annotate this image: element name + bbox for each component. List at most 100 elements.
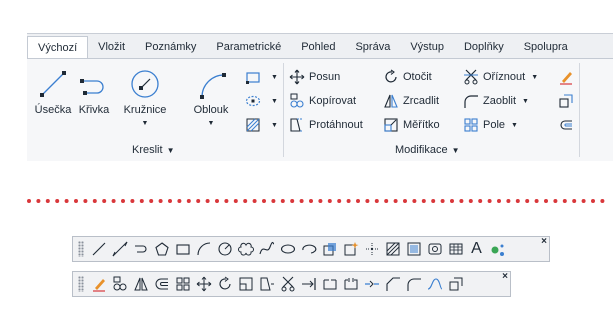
copy-icon [290,93,304,108]
mirror-icon[interactable] [130,274,151,295]
polyline-icon[interactable] [130,239,151,260]
offset-icon [560,120,572,130]
circle-icon[interactable] [214,239,235,260]
ellipse-tool[interactable]: ▼ [245,91,278,111]
chevron-down-icon[interactable]: ▼ [522,98,529,105]
ellipse-arc-icon[interactable] [298,239,319,260]
copy-icon[interactable] [109,274,130,295]
circle-label-text: Kružnice [123,104,167,116]
tab-vystup[interactable]: Výstup [400,36,454,58]
circle-dropdown-icon[interactable]: ▼ [142,120,149,127]
toolbar-grip[interactable] [78,276,84,292]
break-at-point-icon[interactable] [319,274,340,295]
arc-icon[interactable] [193,239,214,260]
rotate-tool[interactable]: Otočit [383,67,432,87]
polyline-icon [80,79,104,95]
rotate-icon[interactable] [214,274,235,295]
insert-block-icon[interactable] [319,239,340,260]
extend-icon[interactable] [298,274,319,295]
scale-icon[interactable] [235,274,256,295]
erase-tool[interactable] [558,67,578,87]
mirror-icon [384,94,398,108]
array-icon[interactable] [172,274,193,295]
ellipse-icon[interactable] [277,239,298,260]
tab-poznamky[interactable]: Poznámky [135,36,206,58]
circle-icon [131,70,159,98]
offset-icon[interactable] [151,274,172,295]
dotted-divider [27,199,613,203]
copy-label: Kopírovat [309,95,357,107]
gradient-icon[interactable] [403,239,424,260]
arc-dropdown-icon[interactable]: ▼ [208,120,215,127]
trim-tool[interactable]: Oříznout ▼ [463,67,538,87]
explode-icon[interactable] [445,274,466,295]
revision-cloud-icon[interactable] [235,239,256,260]
make-block-icon[interactable] [340,239,361,260]
trim-icon[interactable] [277,274,298,295]
explode-tool[interactable] [558,91,578,111]
chevron-down-icon[interactable]: ▼ [531,74,538,81]
arc-tool[interactable]: Oblouk ▼ [187,67,235,128]
join-icon[interactable] [361,274,382,295]
rectangle-tool[interactable]: ▼ [245,67,278,87]
hatch-icon [246,118,260,132]
circle-tool[interactable]: Kružnice ▼ [119,67,171,128]
modify-panel-title[interactable]: Modifikace ▼ [395,144,460,156]
toolbar-grip[interactable] [78,241,84,257]
move-label: Posun [309,71,341,83]
hatch-tool[interactable]: ▼ [245,115,278,135]
chevron-down-icon[interactable]: ▼ [271,122,278,129]
copy-tool[interactable]: Kopírovat [289,91,356,111]
chevron-down-icon[interactable]: ▼ [511,122,518,129]
tab-spoluprace[interactable]: Spolupra [514,36,578,58]
ribbon-panels: Úsečka Křivka Kružnice ▼ Oblouk ▼ ▼ ▼ ▼ … [27,58,613,161]
polyline-tool[interactable]: Křivka [75,67,113,116]
ellipse-icon [245,95,261,107]
move-tool[interactable]: Posun [289,67,340,87]
draw-panel-title[interactable]: Kreslit ▼ [132,144,174,156]
fillet-icon [464,95,478,108]
chevron-down-icon: ▼ [451,146,460,155]
add-selected-icon[interactable] [487,239,508,260]
modify-panel-title-text: Modifikace [395,144,448,156]
point-icon[interactable] [361,239,382,260]
break-icon[interactable] [340,274,361,295]
scale-tool[interactable]: Měřítko [383,115,440,135]
spline-icon[interactable] [256,239,277,260]
table-icon[interactable] [445,239,466,260]
scale-icon [384,118,398,132]
chamfer-icon[interactable] [382,274,403,295]
tab-sprava[interactable]: Správa [345,36,400,58]
mirror-tool[interactable]: Zrcadlit [383,91,439,111]
tab-parametricke[interactable]: Parametrické [206,36,291,58]
close-icon[interactable]: × [541,237,547,247]
hatch-icon[interactable] [382,239,403,260]
array-tool[interactable]: Pole ▼ [463,115,518,135]
erase-icon[interactable] [88,274,109,295]
line-tool[interactable]: Úsečka [33,67,73,116]
tab-doplnky[interactable]: Doplňky [454,36,514,58]
fillet-tool[interactable]: Zaoblit ▼ [463,91,529,111]
close-icon[interactable]: × [502,272,508,282]
tab-vychozi[interactable]: Výchozí [27,36,89,60]
tab-vlozit[interactable]: Vložit [88,36,135,58]
polygon-icon[interactable] [151,239,172,260]
region-icon[interactable] [424,239,445,260]
blend-curves-icon[interactable] [424,274,445,295]
offset-tool[interactable] [558,115,578,135]
trim-label: Oříznout [483,71,526,83]
tab-pohled[interactable]: Pohled [291,36,345,58]
draw-toolbar: A × [72,236,550,262]
line-icon [40,71,66,97]
fillet-label: Zaoblit [483,95,517,107]
rectangle-icon[interactable] [172,239,193,260]
stretch-icon[interactable] [256,274,277,295]
fillet-icon[interactable] [403,274,424,295]
line-icon[interactable] [88,239,109,260]
move-icon[interactable] [193,274,214,295]
construction-line-icon[interactable] [109,239,130,260]
chevron-down-icon[interactable]: ▼ [271,74,278,81]
chevron-down-icon[interactable]: ▼ [271,98,278,105]
multiline-text-icon[interactable]: A [466,239,487,260]
stretch-tool[interactable]: Protáhnout [289,115,363,135]
